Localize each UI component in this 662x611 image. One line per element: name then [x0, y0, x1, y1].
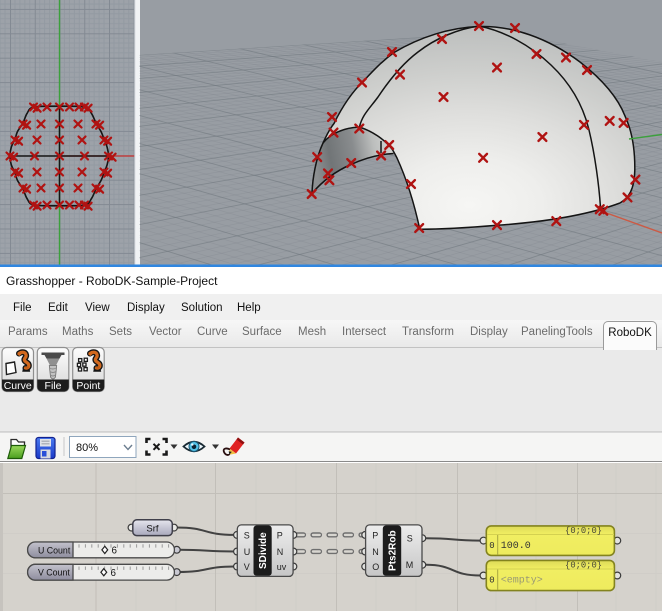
svg-text:Srf: Srf [146, 523, 159, 534]
svg-text:Curve: Curve [4, 380, 32, 392]
svg-text:P: P [372, 530, 378, 540]
svg-text:V Count: V Count [38, 568, 70, 578]
svg-text:Pts2Rob: Pts2Rob [387, 530, 398, 571]
svg-text:Point: Point [76, 380, 100, 392]
svg-text:O: O [372, 562, 379, 572]
svg-text:M: M [406, 560, 414, 570]
svg-text:{0;0;0}: {0;0;0} [565, 560, 602, 570]
svg-text:P: P [277, 530, 283, 540]
svg-text:U: U [244, 547, 251, 557]
svg-text:<empty>: <empty> [501, 576, 543, 587]
svg-text:0: 0 [489, 575, 494, 585]
svg-text:6: 6 [112, 546, 118, 557]
svg-text:SDivide: SDivide [258, 532, 269, 569]
svg-text:U Count: U Count [38, 545, 71, 555]
svg-text:uv: uv [277, 562, 287, 572]
svg-text:V: V [244, 562, 250, 572]
svg-text:6: 6 [111, 568, 117, 579]
svg-text:File: File [45, 380, 62, 392]
svg-text:S: S [244, 530, 250, 540]
svg-text:S: S [407, 534, 413, 544]
svg-text:80%: 80% [76, 442, 98, 454]
svg-text:N: N [277, 547, 284, 557]
svg-text:0: 0 [489, 541, 494, 551]
svg-text:N: N [372, 547, 379, 557]
svg-text:{0;0;0}: {0;0;0} [565, 526, 602, 536]
svg-text:100.0: 100.0 [501, 541, 531, 552]
